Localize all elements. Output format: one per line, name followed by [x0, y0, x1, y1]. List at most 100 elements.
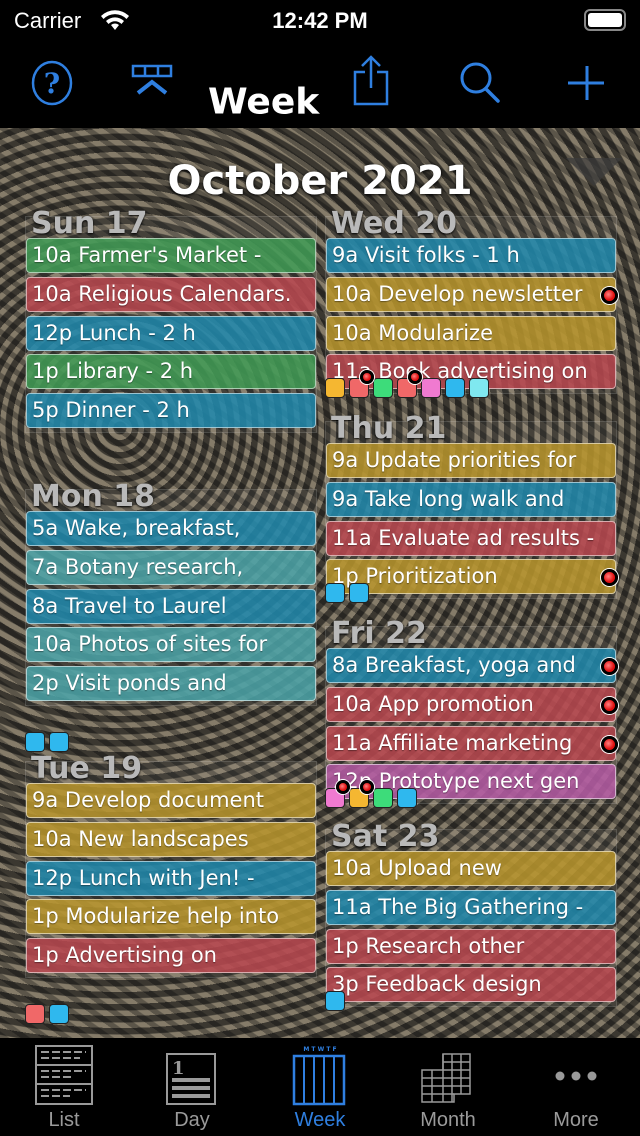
- event-item[interactable]: 10a Modularize: [326, 315, 616, 351]
- event-title: 1p Research other: [332, 933, 525, 958]
- event-item[interactable]: 1p Research other: [326, 928, 616, 964]
- search-icon: [460, 62, 500, 103]
- day-header[interactable]: Wed 20: [326, 209, 616, 239]
- event-item[interactable]: 9a Develop document: [26, 783, 316, 818]
- event-title: 8a Travel to Laurel: [32, 593, 227, 618]
- event-title: 10a New landscapes: [32, 826, 249, 851]
- day-header[interactable]: Mon 18: [26, 482, 316, 512]
- more-events-indicator[interactable]: [397, 788, 417, 809]
- event-item[interactable]: 9a Update priorities for: [326, 443, 616, 478]
- more-events-indicator[interactable]: [325, 991, 345, 1012]
- event-item[interactable]: 3p Feedback design: [326, 967, 616, 1003]
- event-title: 10a Farmer's Market -: [32, 243, 262, 267]
- day-header[interactable]: Thu 21: [326, 414, 616, 444]
- day-header[interactable]: Tue 19: [26, 754, 316, 784]
- event-item[interactable]: 7a Botany research,: [26, 549, 316, 585]
- day-section: Fri 22 8a Breakfast, yoga and 10a App prom…: [325, 619, 618, 809]
- event-title: 11a The Big Gathering -: [332, 894, 584, 919]
- event-item[interactable]: 12p Lunch with Jen! -: [26, 860, 316, 896]
- add-button[interactable]: [562, 58, 612, 108]
- tab-label: Month: [420, 1109, 476, 1131]
- event-item[interactable]: 12p Lunch - 2 h: [26, 315, 316, 351]
- list-icon: [35, 1045, 93, 1105]
- alarm-icon: [601, 286, 618, 304]
- event-item[interactable]: 2p Visit ponds and: [26, 666, 316, 702]
- more-icon: [555, 1071, 597, 1081]
- event-item[interactable]: 1p Modularize help into: [26, 899, 316, 935]
- event-title: 7a Botany research,: [32, 554, 244, 579]
- event-item[interactable]: 10a Develop newsletter: [326, 276, 616, 312]
- more-events-indicator[interactable]: [469, 378, 489, 399]
- tab-day[interactable]: 1 Day: [128, 1038, 256, 1136]
- event-title: 9a Update priorities for: [332, 448, 577, 472]
- more-events-indicator[interactable]: [49, 1004, 69, 1024]
- tab-label: Week: [294, 1109, 346, 1131]
- day-section: Sun 17 10a Farmer's Market - 10a Religious…: [25, 209, 317, 433]
- event-item[interactable]: 9a Visit folks - 1 h: [326, 238, 616, 273]
- event-title: 10a Upload new: [332, 856, 502, 880]
- alarm-icon: [601, 735, 618, 753]
- tab-bar: List 1 Day M T W T F Week Month More: [0, 1038, 640, 1136]
- event-item[interactable]: 1p Prioritization: [326, 559, 616, 595]
- event-item[interactable]: 10a Upload new: [326, 851, 616, 886]
- event-item[interactable]: 11a Affiliate marketing: [326, 725, 616, 761]
- event-title: 11a Evaluate ad results -: [332, 525, 595, 550]
- event-title: 12p Lunch - 2 h: [32, 320, 196, 345]
- day-header[interactable]: Sat 23: [326, 822, 616, 852]
- event-item[interactable]: 9a Take long walk and: [326, 481, 616, 517]
- more-events-indicator[interactable]: [25, 732, 45, 752]
- share-icon: [353, 55, 389, 106]
- event-title: 1p Library - 2 h: [32, 359, 194, 384]
- event-item[interactable]: 8a Travel to Laurel: [26, 588, 316, 624]
- more-events-indicator[interactable]: [349, 583, 369, 604]
- event-item[interactable]: 5a Wake, breakfast,: [26, 511, 316, 546]
- tab-label: More: [553, 1109, 599, 1131]
- event-item[interactable]: 11a The Big Gathering -: [326, 889, 616, 925]
- event-title: 10a App promotion: [332, 691, 534, 716]
- more-events-indicator[interactable]: [445, 378, 465, 399]
- more-events-indicator[interactable]: [25, 1004, 45, 1024]
- help-icon: ?: [31, 60, 73, 106]
- event-item[interactable]: 11a Evaluate ad results -: [326, 520, 616, 556]
- event-item[interactable]: 8a Breakfast, yoga and: [326, 648, 616, 683]
- event-title: 3p Feedback design: [332, 972, 542, 997]
- event-item[interactable]: 10a App promotion: [326, 686, 616, 722]
- more-events-indicator[interactable]: [325, 378, 345, 399]
- event-title: 12p Lunch with Jen! -: [32, 865, 255, 890]
- event-item[interactable]: 1p Library - 2 h: [26, 354, 316, 390]
- more-events-indicator[interactable]: [373, 378, 393, 399]
- event-title: 1p Modularize help into: [32, 904, 280, 929]
- tab-week[interactable]: M T W T F Week: [256, 1038, 384, 1136]
- day-section: Tue 19 9a Develop document 10a New landsca…: [25, 754, 317, 1024]
- collapse-triangle-icon[interactable]: [566, 158, 622, 186]
- week-selector-button[interactable]: [128, 58, 178, 108]
- event-item[interactable]: 10a New landscapes: [26, 821, 316, 857]
- tab-more[interactable]: More: [512, 1038, 640, 1136]
- day-icon: 1: [166, 1053, 216, 1105]
- search-button[interactable]: [455, 58, 505, 108]
- more-events-indicator[interactable]: [421, 378, 441, 399]
- more-events-indicator[interactable]: [325, 583, 345, 604]
- more-events-indicator[interactable]: [373, 788, 393, 809]
- clock: 12:42 PM: [272, 8, 368, 33]
- event-title: 9a Take long walk and: [332, 486, 565, 511]
- event-item[interactable]: 10a Photos of sites for: [26, 627, 316, 663]
- event-title: 10a Photos of sites for: [32, 632, 268, 657]
- day-header[interactable]: Sun 17: [26, 209, 316, 239]
- week-view[interactable]: October 2021 Sun 17 10a Farmer's Market -…: [0, 128, 640, 1038]
- tab-month[interactable]: Month: [384, 1038, 512, 1136]
- more-events-indicator[interactable]: [49, 732, 69, 752]
- tab-list[interactable]: List: [0, 1038, 128, 1136]
- event-item[interactable]: 10a Farmer's Market -: [26, 238, 316, 273]
- event-item[interactable]: 5p Dinner - 2 h: [26, 393, 316, 429]
- day-section: Thu 21 9a Update priorities for 9a Take lo…: [325, 414, 618, 604]
- day-section: Sat 23 10a Upload new 11a The Big Gatherin…: [325, 822, 617, 1012]
- event-item[interactable]: 1p Advertising on: [26, 938, 316, 974]
- share-button[interactable]: [347, 54, 397, 106]
- week-letters: M T W T F: [303, 1046, 336, 1053]
- day-header[interactable]: Fri 22: [326, 619, 616, 649]
- help-button[interactable]: ?: [27, 58, 77, 108]
- event-item[interactable]: 10a Religious Calendars.: [26, 276, 316, 312]
- month-title: October 2021: [167, 158, 473, 204]
- month-icon: [421, 1053, 471, 1103]
